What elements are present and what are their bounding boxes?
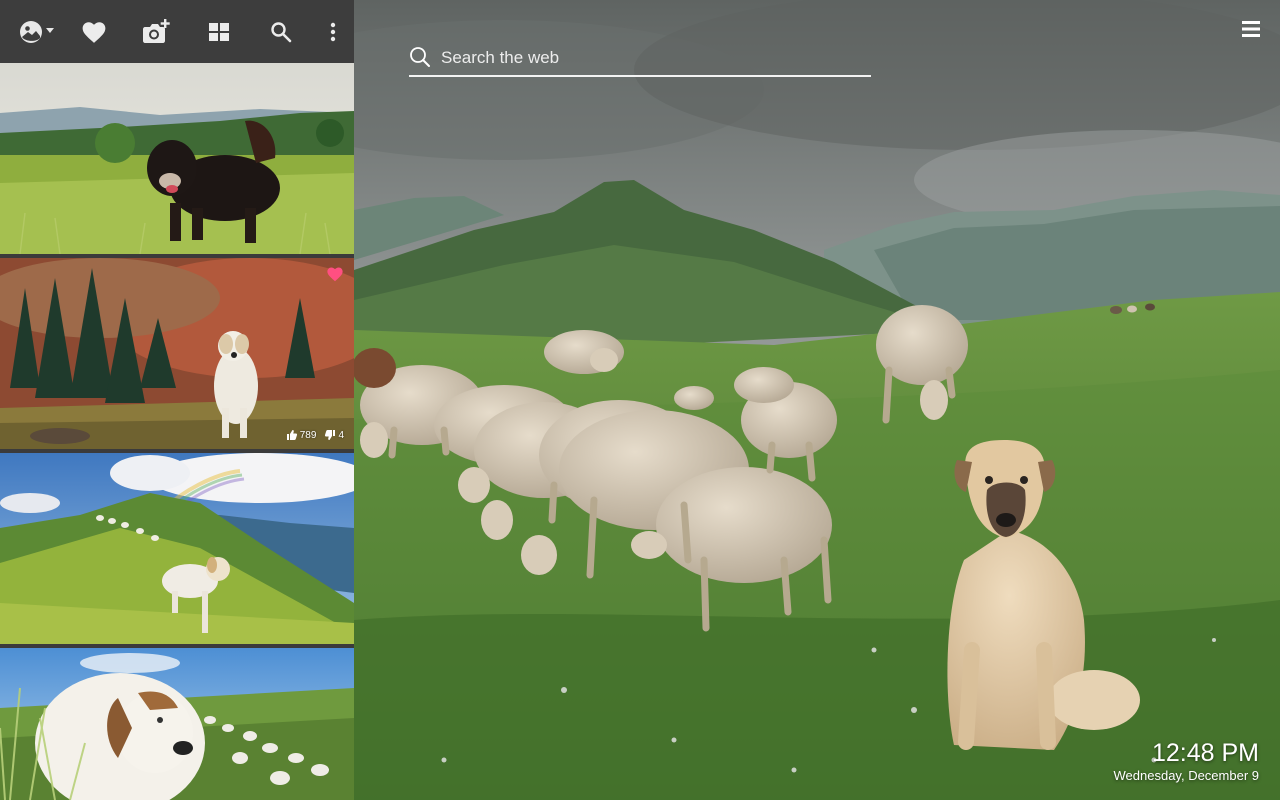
grid-view-button[interactable] xyxy=(204,17,234,47)
like-count[interactable]: 789 xyxy=(286,429,317,441)
panel-toolbar xyxy=(0,0,354,63)
clock-widget: 12:48 PM Wednesday, December 9 xyxy=(1114,739,1259,784)
menu-button[interactable] xyxy=(1240,18,1262,40)
search-icon xyxy=(409,46,431,73)
add-photo-icon xyxy=(142,19,170,45)
background-wallpaper xyxy=(354,0,1280,800)
more-options-button[interactable] xyxy=(318,17,348,47)
heart-icon xyxy=(81,20,107,44)
thumbnail-stats: 789 4 xyxy=(286,429,344,441)
hamburger-menu-icon xyxy=(1240,21,1262,44)
wallpaper-switch-icon xyxy=(19,19,57,45)
thumbs-down-icon xyxy=(324,429,336,441)
wallpaper-thumbnail[interactable] xyxy=(0,63,354,254)
favorites-button[interactable] xyxy=(79,17,109,47)
clock-date: Wednesday, December 9 xyxy=(1113,768,1259,783)
grid-icon xyxy=(208,22,230,42)
like-count-value: 789 xyxy=(299,429,317,441)
search-wallpapers-button[interactable] xyxy=(266,17,296,47)
clock-time: 12:48 PM xyxy=(1151,739,1259,767)
wallpaper-switch-button[interactable] xyxy=(19,17,57,47)
dislike-count-value: 4 xyxy=(338,429,344,441)
wallpaper-thumbnail[interactable]: 789 4 xyxy=(0,258,354,449)
search-input[interactable] xyxy=(439,44,863,72)
wallpaper-thumbnail[interactable] xyxy=(0,648,354,800)
wallpaper-gallery-panel: 789 4 xyxy=(0,0,354,800)
wallpaper-thumbnail[interactable] xyxy=(0,453,354,644)
add-photo-button[interactable] xyxy=(141,17,171,47)
more-vert-icon xyxy=(329,21,337,43)
dislike-count[interactable]: 4 xyxy=(324,429,344,441)
thumbs-up-icon xyxy=(286,429,298,441)
favorited-heart-icon[interactable] xyxy=(326,266,344,282)
search-icon xyxy=(270,21,292,43)
web-search-bar[interactable] xyxy=(409,42,871,77)
